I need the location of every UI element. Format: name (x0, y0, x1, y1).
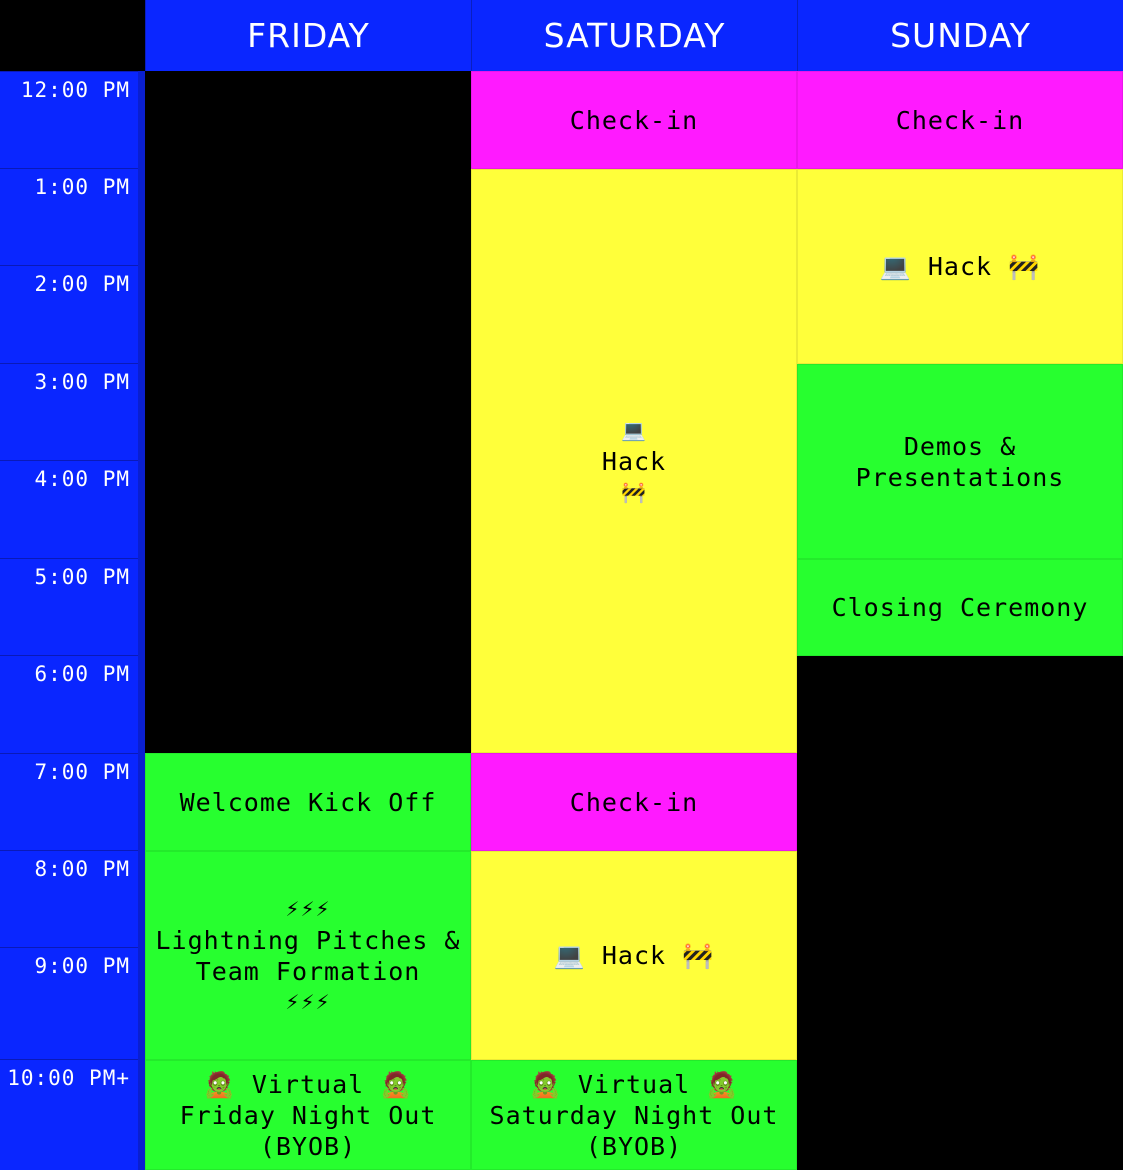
time-column: 12:00 PM 1:00 PM 2:00 PM 3:00 PM 4:00 PM… (0, 71, 145, 1170)
event-title: Friday Night Out (179, 1100, 437, 1130)
event-title: Presentations (855, 462, 1065, 492)
day-header-saturday: SATURDAY (471, 0, 797, 71)
sunday-hack-event[interactable]: 💻 Hack 🚧 (797, 169, 1123, 364)
time-label: 5:00 PM (0, 558, 138, 655)
event-title: (BYOB) (585, 1131, 683, 1161)
friday-welcome-event[interactable]: Welcome Kick Off (145, 753, 471, 851)
saturday-checkin-event[interactable]: Check-in (471, 71, 797, 169)
lightning-emoji-row: ⚡⚡⚡ (285, 989, 331, 1014)
header-corner (0, 0, 145, 71)
saturday-night-out-event[interactable]: 🧟 Virtual 🧟 Saturday Night Out (BYOB) (471, 1060, 797, 1170)
sunday-closing-event[interactable]: Closing Ceremony (797, 559, 1123, 656)
time-column-divider (138, 71, 145, 1170)
friday-night-out-event[interactable]: 🧟 Virtual 🧟 Friday Night Out (BYOB) (145, 1060, 471, 1170)
time-label: 8:00 PM (0, 850, 138, 947)
saturday-hack-evening-event[interactable]: 💻 Hack 🚧 (471, 851, 797, 1060)
time-label: 2:00 PM (0, 265, 138, 363)
event-title: (BYOB) (259, 1131, 357, 1161)
saturday-hack-event[interactable]: 💻 Hack 🚧 (471, 169, 797, 753)
event-title: Demos & (903, 431, 1017, 461)
event-title: Lightning Pitches & (155, 925, 461, 955)
lightning-emoji-row: ⚡⚡⚡ (285, 896, 331, 921)
event-title: Saturday Night Out (489, 1100, 779, 1130)
friday-lightning-event[interactable]: ⚡⚡⚡ Lightning Pitches & Team Formation ⚡… (145, 851, 471, 1060)
time-label: 6:00 PM (0, 655, 138, 753)
event-title: 💻 Hack 🚧 (553, 941, 715, 970)
time-label: 4:00 PM (0, 460, 138, 558)
day-header-friday: FRIDAY (145, 0, 471, 71)
event-title: 💻 Hack 🚧 (879, 252, 1041, 281)
laptop-icon: 💻 (621, 417, 647, 442)
event-title: Check-in (569, 105, 699, 135)
friday-empty-block (145, 71, 471, 753)
event-title: 🧟 Virtual 🧟 (203, 1069, 413, 1099)
event-title: Check-in (895, 105, 1025, 135)
event-title: Welcome Kick Off (179, 787, 437, 817)
time-label: 10:00 PM+ (0, 1059, 138, 1170)
time-label: 7:00 PM (0, 753, 138, 850)
construction-icon: 🚧 (621, 479, 647, 504)
time-label: 1:00 PM (0, 168, 138, 265)
event-title: 🧟 Virtual 🧟 (529, 1069, 739, 1099)
sunday-checkin-event[interactable]: Check-in (797, 71, 1123, 169)
event-title: Hack (601, 446, 667, 476)
day-header-sunday: SUNDAY (797, 0, 1123, 71)
event-title: Team Formation (195, 956, 421, 986)
event-title: Closing Ceremony (831, 593, 1089, 622)
saturday-checkin-evening-event[interactable]: Check-in (471, 753, 797, 851)
event-title: Check-in (569, 787, 699, 817)
time-label: 12:00 PM (0, 71, 138, 168)
sunday-demos-event[interactable]: Demos & Presentations (797, 364, 1123, 559)
time-label: 9:00 PM (0, 947, 138, 1059)
sunday-empty-block (797, 656, 1123, 1170)
time-label: 3:00 PM (0, 363, 138, 460)
